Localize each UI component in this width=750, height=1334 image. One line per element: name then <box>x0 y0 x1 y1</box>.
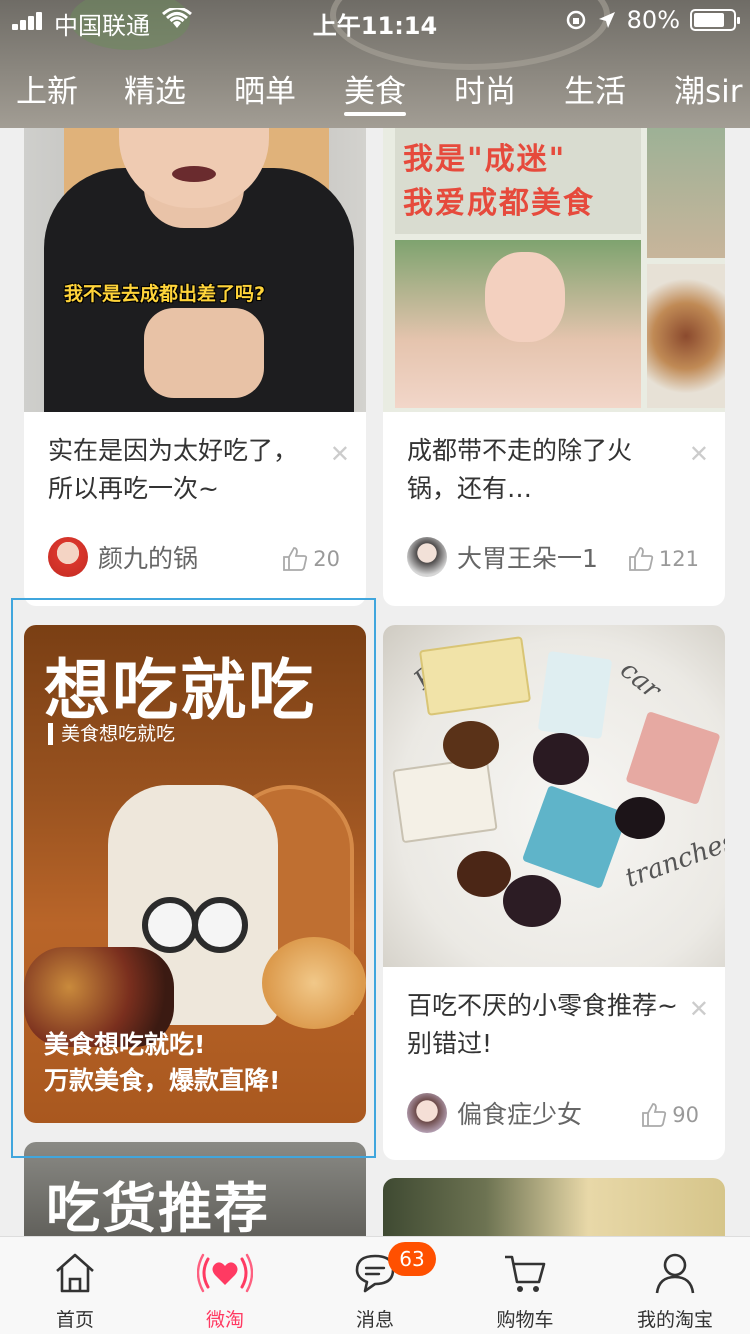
author-name: 颜九的锅 <box>98 544 199 573</box>
like-count: 90 <box>672 1103 699 1127</box>
like-button[interactable]: 20 <box>281 545 340 573</box>
cart-icon <box>505 1255 546 1292</box>
like-count: 121 <box>658 547 699 571</box>
home-icon <box>56 1253 94 1293</box>
card-title: 百吃不厌的小零食推荐~别错过! <box>407 991 678 1058</box>
nav-weitao[interactable]: 微淘 <box>150 1237 300 1334</box>
nav-home[interactable]: 首页 <box>0 1237 150 1334</box>
battery-icon <box>690 9 740 31</box>
thumbs-up-icon <box>283 547 308 571</box>
location-icon <box>598 12 615 28</box>
avatar <box>407 537 447 577</box>
battery-percent: 80% <box>626 6 680 34</box>
nav-label: 首页 <box>55 1309 94 1331</box>
close-icon[interactable]: ✕ <box>330 440 350 468</box>
tab-jingxuan[interactable]: 精选 <box>124 66 186 111</box>
image-title-line2: 我爱成都美食 <box>403 186 595 221</box>
avatar <box>407 1093 447 1133</box>
author-name: 偏食症少女 <box>457 1100 583 1129</box>
card-title: 实在是因为太好吃了，所以再吃一次~ <box>48 436 299 503</box>
image-title-line1: 我是"成迷" <box>403 142 567 177</box>
feed-card[interactable] <box>383 1178 725 1242</box>
nav-profile[interactable]: 我的淘宝 <box>600 1237 750 1334</box>
tab-meishi[interactable]: 美食 <box>344 66 406 116</box>
tab-shangxin[interactable]: 上新 <box>16 66 78 111</box>
nav-label: 我的淘宝 <box>636 1309 713 1331</box>
close-icon[interactable]: ✕ <box>689 440 709 468</box>
profile-icon <box>655 1253 695 1294</box>
thumbs-up-icon <box>642 1103 667 1127</box>
nav-cart[interactable]: 购物车 <box>450 1237 600 1334</box>
like-button[interactable]: 121 <box>627 545 699 573</box>
author-name: 大胃王朵一1 <box>457 544 598 573</box>
card-image <box>383 1178 725 1238</box>
status-bar: 中国联通 上午11:14 80% <box>0 0 750 40</box>
card-image: Par car tranches <box>383 625 725 967</box>
like-count: 20 <box>313 547 340 571</box>
tab-shaidan[interactable]: 晒单 <box>234 66 296 111</box>
feed-card[interactable]: Par car tranches 百吃不厌的小零食推荐~别错过! ✕ 偏食症少女… <box>383 625 725 1160</box>
tab-shenghuo[interactable]: 生活 <box>564 66 626 111</box>
nav-label: 购物车 <box>496 1309 554 1331</box>
rotation-lock-icon <box>566 10 585 30</box>
card-image: 我不是去成都出差了吗? <box>24 128 366 412</box>
card-image: 我是"成迷" 我爱成都美食 <box>383 128 725 412</box>
close-icon[interactable]: ✕ <box>689 995 709 1023</box>
message-badge: 63 <box>388 1242 436 1276</box>
like-button[interactable]: 90 <box>640 1101 699 1129</box>
image-caption: 我不是去成都出差了吗? <box>64 283 266 305</box>
weitao-heart-icon <box>197 1253 253 1293</box>
nav-label: 微淘 <box>205 1309 244 1331</box>
thumbs-up-icon <box>629 547 654 571</box>
nav-label: 消息 <box>355 1309 394 1331</box>
author[interactable]: 大胃王朵一1 <box>407 537 598 577</box>
header: 中国联通 上午11:14 80% 上新 精选 晒单 美食 时尚 生活 潮sir <box>0 0 750 128</box>
feed-card[interactable]: 我不是去成都出差了吗? 实在是因为太好吃了，所以再吃一次~ ✕ 颜九的锅 20 <box>24 96 366 606</box>
card-title: 成都带不走的除了火锅，还有… <box>407 436 633 503</box>
author[interactable]: 颜九的锅 <box>48 537 198 577</box>
author[interactable]: 偏食症少女 <box>407 1093 582 1133</box>
tab-chaosir[interactable]: 潮sir <box>674 66 743 111</box>
bottom-nav: 首页 微淘 消息 购物车 我的淘宝 <box>0 1236 750 1334</box>
category-tabs: 上新 精选 晒单 美食 时尚 生活 潮sir <box>0 66 750 116</box>
tab-shishang[interactable]: 时尚 <box>454 66 516 111</box>
selection-highlight <box>11 598 376 1158</box>
feed-card[interactable]: 我是"成迷" 我爱成都美食 成都带不走的除了火锅，还有… ✕ 大胃王朵一1 12… <box>383 96 725 606</box>
avatar <box>48 537 88 577</box>
image-title: 吃货推荐 <box>46 1177 270 1240</box>
